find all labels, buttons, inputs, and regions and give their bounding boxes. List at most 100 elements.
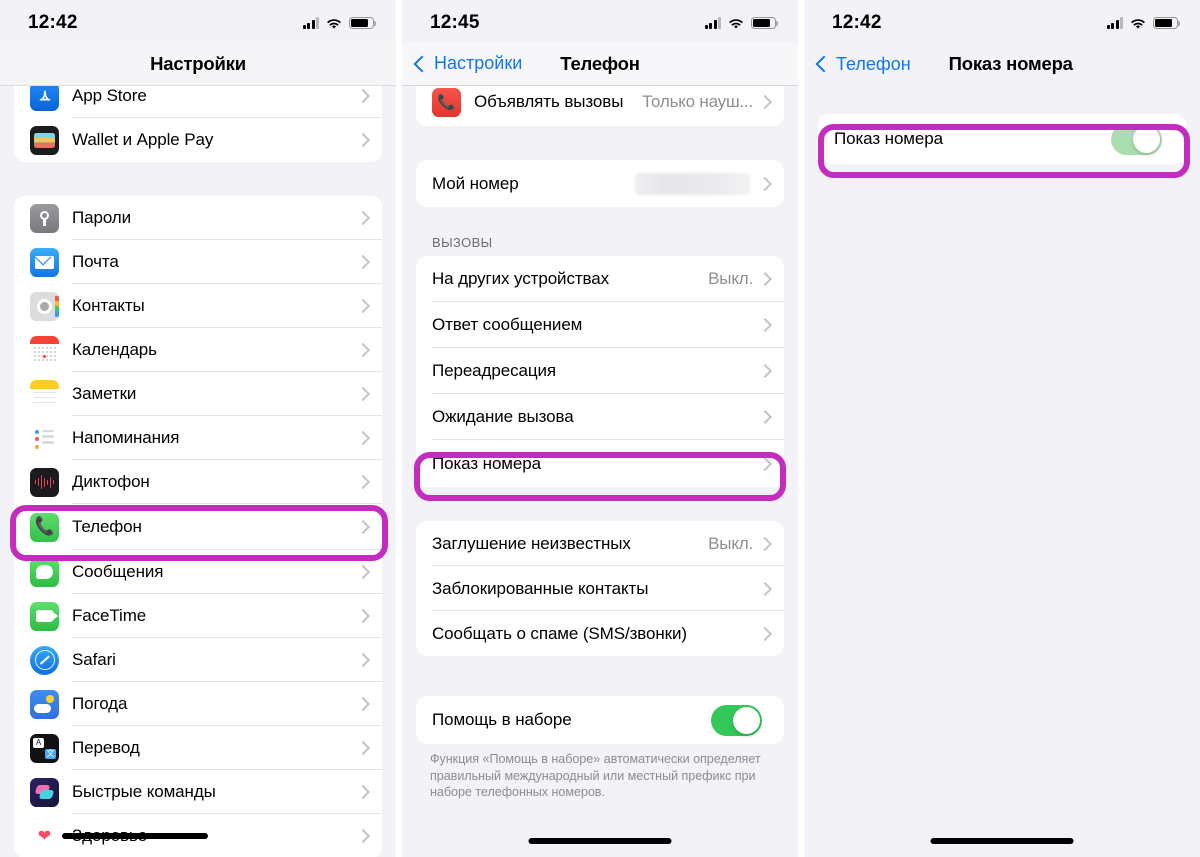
list-item-reminders[interactable]: Напоминания xyxy=(14,416,382,460)
phone-icon: 📞 xyxy=(30,512,59,542)
list-item-blocked-contacts[interactable]: Заблокированные контакты xyxy=(416,566,784,611)
chevron-right-icon xyxy=(757,581,773,596)
cellular-signal-icon xyxy=(302,17,319,29)
show-caller-id-list[interactable]: Показ номера xyxy=(804,86,1200,857)
list-item-safari[interactable]: Safari xyxy=(14,638,382,682)
wifi-icon xyxy=(1130,17,1146,29)
chevron-left-icon xyxy=(815,55,833,73)
status-indicators xyxy=(302,16,377,30)
list-item-label: Перевод xyxy=(72,738,140,757)
settings-list[interactable]: App Store Wallet и Apple Pay Пароли Почт… xyxy=(0,86,396,857)
nav-bar-2: Настройки Телефон xyxy=(402,42,798,86)
notes-icon xyxy=(30,379,59,409)
contacts-icon xyxy=(30,291,59,321)
chevron-right-icon xyxy=(757,317,773,333)
chevron-right-icon xyxy=(355,608,371,624)
list-item-my-number[interactable]: Мой номер xyxy=(416,160,784,207)
list-item-label: На других устройствах xyxy=(432,269,610,288)
list-item-label: Сообщения xyxy=(72,562,164,581)
list-item-contacts[interactable]: Контакты xyxy=(14,284,382,328)
list-item-value: Выкл. xyxy=(708,533,753,553)
chevron-right-icon xyxy=(355,254,371,270)
list-item-label: Телефон xyxy=(72,517,142,536)
list-item-translate[interactable]: A文 Перевод xyxy=(14,726,382,770)
status-bar-2: 12:45 xyxy=(402,0,798,42)
calendar-icon xyxy=(30,335,59,365)
app-store-icon xyxy=(30,86,59,111)
chevron-left-icon xyxy=(413,55,431,72)
voice-memos-icon xyxy=(30,467,59,497)
list-item-value: Только науш... xyxy=(642,92,753,111)
back-button[interactable]: Настройки xyxy=(413,53,522,74)
list-item-dial-assist[interactable]: Помощь в наборе xyxy=(416,696,784,744)
chevron-right-icon xyxy=(757,626,773,641)
list-item-label: Заметки xyxy=(72,384,137,403)
group-announce-calls: 📞 Объявлять вызовы Только науш... xyxy=(416,86,784,126)
passwords-icon xyxy=(30,203,59,233)
list-item-shortcuts[interactable]: Быстрые команды xyxy=(14,770,382,814)
messages-icon xyxy=(30,557,59,587)
reminders-icon xyxy=(30,423,59,453)
nav-bar-1: Настройки xyxy=(0,42,396,86)
wallet-icon xyxy=(30,125,59,155)
list-item-announce-calls[interactable]: 📞 Объявлять вызовы Только науш... xyxy=(416,86,784,126)
page-title: Показ номера xyxy=(948,53,1073,74)
list-item-label: Заглушение неизвестных xyxy=(432,533,631,553)
list-item-show-caller-id[interactable]: Показ номера xyxy=(416,440,784,487)
status-time: 12:42 xyxy=(28,12,78,33)
list-item-calendar[interactable]: Календарь xyxy=(14,328,382,372)
list-item-call-forwarding[interactable]: Переадресация xyxy=(416,348,784,394)
list-item-label: Мой номер xyxy=(432,173,519,193)
chevron-right-icon xyxy=(355,519,371,535)
chevron-right-icon xyxy=(757,271,773,287)
list-item-label: App Store xyxy=(72,86,147,105)
page-title: Настройки xyxy=(150,52,246,74)
list-item-label: Контакты xyxy=(72,296,145,315)
list-item-phone[interactable]: 📞 Телефон xyxy=(14,504,382,550)
dial-assist-toggle[interactable] xyxy=(711,704,762,736)
status-time: 12:42 xyxy=(832,12,882,33)
list-item-mail[interactable]: Почта xyxy=(14,240,382,284)
panel-settings: 12:42 Настройки App Store Wallet и Apple… xyxy=(0,0,396,857)
list-item-passwords[interactable]: Пароли xyxy=(14,196,382,240)
list-item-messages[interactable]: Сообщения xyxy=(14,550,382,594)
home-indicator xyxy=(528,838,672,844)
chevron-right-icon xyxy=(757,176,773,191)
list-item-facetime[interactable]: FaceTime xyxy=(14,594,382,638)
list-item-weather[interactable]: Погода xyxy=(14,682,382,726)
chevron-right-icon xyxy=(355,298,371,314)
chevron-right-icon xyxy=(355,652,371,668)
cellular-signal-icon xyxy=(704,17,721,29)
show-caller-id-toggle[interactable] xyxy=(1111,123,1162,155)
three-panel-screenshot: 12:42 Настройки App Store Wallet и Apple… xyxy=(0,0,1200,857)
list-item-report-spam[interactable]: Сообщать о спаме (SMS/звонки) xyxy=(416,611,784,656)
list-item-label: Помощь в наборе xyxy=(432,710,572,729)
list-item-label: Объявлять вызовы xyxy=(474,92,624,111)
list-item[interactable]: App Store xyxy=(14,86,382,118)
list-item-label: FaceTime xyxy=(72,606,147,625)
list-item-label: Переадресация xyxy=(432,361,556,380)
chevron-right-icon xyxy=(757,94,773,110)
battery-icon xyxy=(349,16,377,30)
list-item-label: Календарь xyxy=(72,340,157,359)
back-button[interactable]: Телефон xyxy=(815,54,911,75)
redacted-phone-number xyxy=(635,172,750,195)
list-item-voice-memos[interactable]: Диктофон xyxy=(14,460,382,504)
phone-settings-list[interactable]: 📞 Объявлять вызовы Только науш... Мой но… xyxy=(402,86,798,857)
list-item-silence-unknown[interactable]: Заглушение неизвестных Выкл. xyxy=(416,521,784,566)
translate-icon: A文 xyxy=(30,733,59,763)
list-item-call-waiting[interactable]: Ожидание вызова xyxy=(416,394,784,440)
mail-icon xyxy=(30,247,59,277)
status-time: 12:45 xyxy=(430,12,480,33)
list-item-notes[interactable]: Заметки xyxy=(14,372,382,416)
list-item-show-caller-id-toggle-row[interactable]: Показ номера xyxy=(818,114,1186,164)
dial-assist-footer: Функция «Помощь в наборе» автоматически … xyxy=(430,752,761,800)
list-item[interactable]: Wallet и Apple Pay xyxy=(14,118,382,162)
group-my-number: Мой номер xyxy=(416,160,784,207)
wifi-icon xyxy=(326,17,342,29)
list-item-label: Safari xyxy=(72,650,116,669)
list-item-label: Диктофон xyxy=(72,472,150,491)
list-item-respond-with-text[interactable]: Ответ сообщением xyxy=(416,302,784,348)
list-item-on-other-devices[interactable]: На других устройствах Выкл. xyxy=(416,256,784,302)
chevron-right-icon xyxy=(355,784,371,800)
